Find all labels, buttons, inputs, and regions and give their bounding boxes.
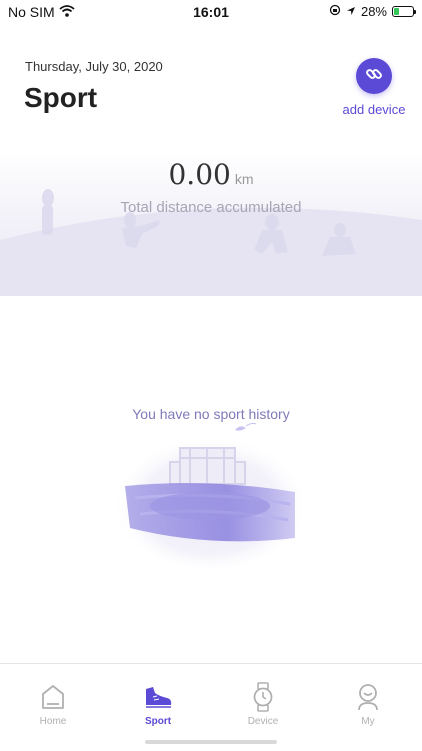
tab-device-label: Device <box>247 716 279 727</box>
status-right: 28% <box>329 4 416 19</box>
bottom-tab-bar: Home Sport Device My <box>0 663 422 751</box>
tab-home[interactable]: Home <box>13 682 93 727</box>
status-bar: No SIM 16:01 28% <box>0 0 422 24</box>
sneaker-icon <box>118 682 198 712</box>
battery-icon <box>392 6 416 17</box>
tab-sport-label: Sport <box>144 716 172 727</box>
distance-value: 0.00 <box>168 158 231 191</box>
profile-icon <box>328 682 408 712</box>
add-device-icon-button[interactable] <box>356 58 392 94</box>
tab-device[interactable]: Device <box>223 682 303 727</box>
location-icon <box>346 4 356 19</box>
home-indicator <box>145 740 277 744</box>
distance-unit: km <box>234 171 254 187</box>
tab-sport[interactable]: Sport <box>118 682 198 727</box>
lock-rotation-icon <box>329 4 341 19</box>
watch-icon <box>223 682 303 712</box>
tab-my-label: My <box>361 716 375 727</box>
add-device-button[interactable]: add device <box>338 58 410 117</box>
total-distance: 0.00 km <box>0 158 422 191</box>
tab-my[interactable]: My <box>328 682 408 727</box>
battery-percent: 28% <box>360 4 387 19</box>
stadium-illustration <box>112 422 308 568</box>
battery-level <box>394 8 400 15</box>
add-device-label[interactable]: add device <box>338 102 410 117</box>
distance-caption: Total distance accumulated <box>120 199 302 216</box>
tab-home-label: Home <box>39 716 67 727</box>
link-icon <box>364 64 384 89</box>
page-title: Sport <box>24 82 98 113</box>
home-icon <box>13 682 93 712</box>
date-label: Thursday, July 30, 2020 <box>25 59 163 74</box>
